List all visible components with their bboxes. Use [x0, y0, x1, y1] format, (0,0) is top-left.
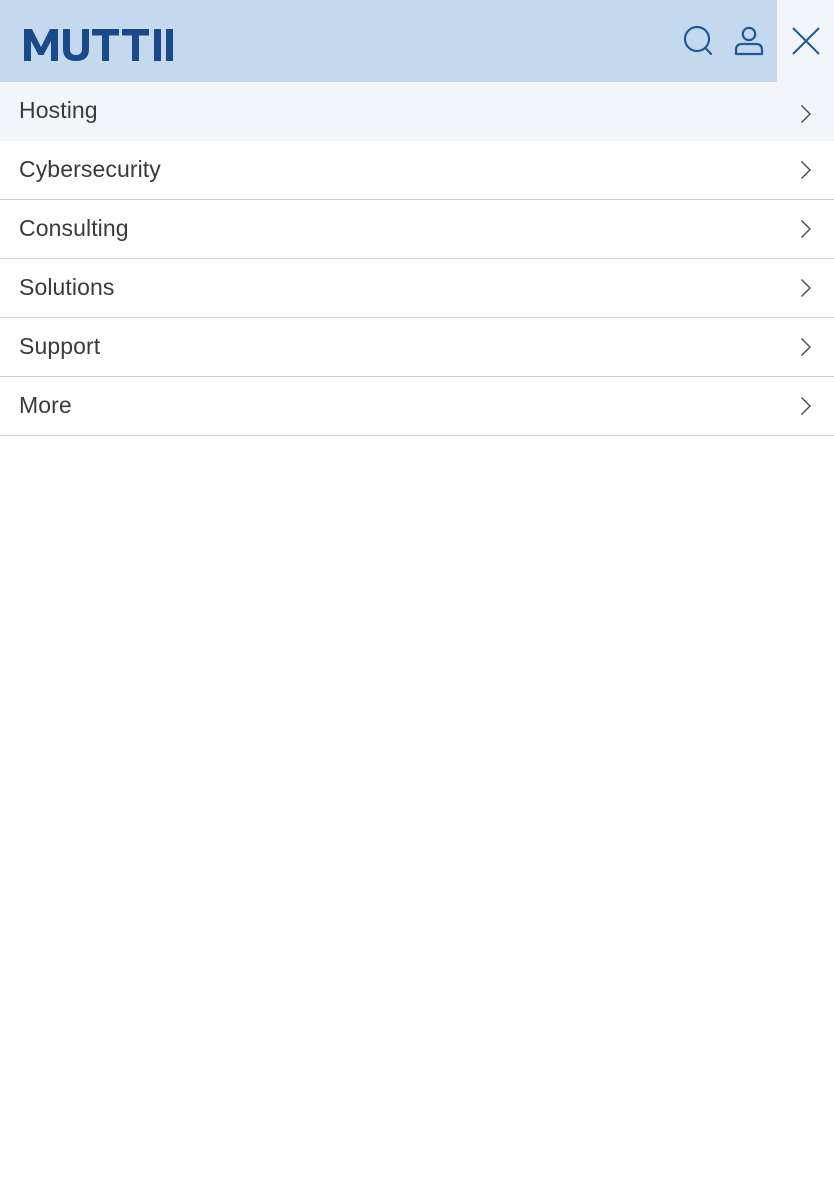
- search-button[interactable]: [676, 0, 720, 82]
- menu-item-hosting[interactable]: Hosting: [0, 82, 834, 141]
- menu-item-more[interactable]: More: [0, 377, 834, 436]
- search-icon: [683, 25, 713, 56]
- menu-item-label: Consulting: [19, 214, 129, 241]
- main-navigation-menu: Hosting Cybersecurity Consulting Solutio…: [0, 82, 834, 436]
- chevron-right-icon: [801, 279, 811, 297]
- close-menu-button[interactable]: [777, 0, 834, 82]
- menu-item-cybersecurity[interactable]: Cybersecurity: [0, 141, 834, 200]
- muttii-logo[interactable]: [24, 27, 198, 63]
- close-icon: [791, 27, 820, 55]
- chevron-right-icon: [801, 220, 811, 238]
- account-button[interactable]: [727, 0, 771, 82]
- menu-item-label: Solutions: [19, 273, 115, 300]
- user-icon: [734, 26, 764, 56]
- chevron-right-icon: [801, 338, 811, 356]
- menu-item-label: Cybersecurity: [19, 155, 161, 182]
- menu-item-label: More: [19, 391, 72, 418]
- chevron-right-icon: [801, 397, 811, 415]
- menu-item-label: Support: [19, 332, 101, 359]
- menu-item-support[interactable]: Support: [0, 318, 834, 377]
- menu-item-label: Hosting: [19, 96, 98, 123]
- chevron-right-icon: [801, 161, 811, 179]
- chevron-right-icon: [801, 105, 811, 123]
- header-bar: [0, 0, 834, 82]
- menu-item-solutions[interactable]: Solutions: [0, 259, 834, 318]
- menu-item-consulting[interactable]: Consulting: [0, 200, 834, 259]
